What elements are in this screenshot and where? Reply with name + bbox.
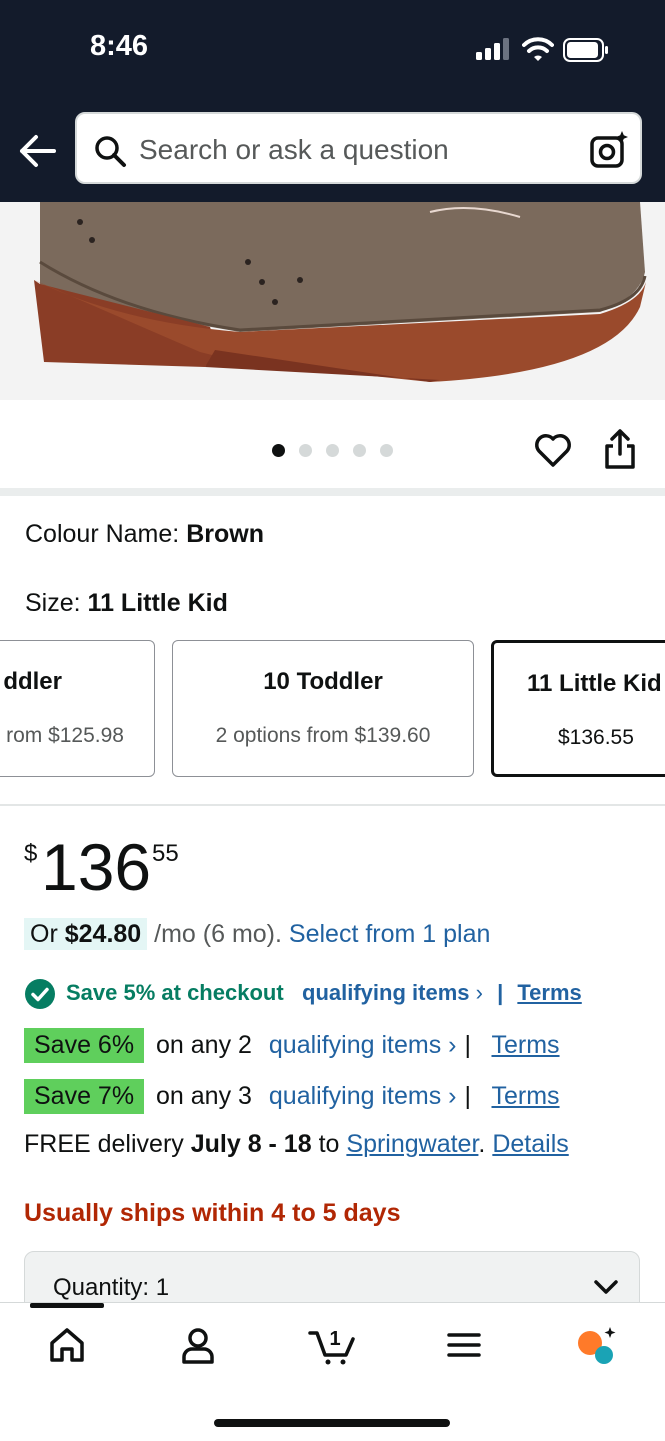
delivery-row: FREE delivery July 8 - 18 to Springwater… bbox=[24, 1130, 569, 1159]
chevron-right-icon: › bbox=[475, 979, 483, 1005]
home-icon[interactable] bbox=[47, 1325, 87, 1365]
size-tile-name: 10 Toddler bbox=[263, 668, 383, 695]
colour-name-row: Colour Name: Brown bbox=[25, 520, 264, 549]
price-fraction: 55 bbox=[152, 840, 179, 867]
checkout-savings-row: Save 5% at checkout qualifying items › |… bbox=[24, 978, 582, 1010]
active-tab-indicator bbox=[30, 1303, 104, 1308]
size-tile-price: $136.55 bbox=[558, 726, 634, 749]
installment-amount: $24.80 bbox=[64, 920, 142, 948]
carousel-dot-4[interactable] bbox=[353, 444, 366, 457]
carousel-dot-5[interactable] bbox=[380, 444, 393, 457]
back-arrow-icon[interactable] bbox=[18, 134, 56, 168]
check-circle-icon bbox=[25, 979, 55, 1009]
delivery-details-link[interactable]: Details bbox=[492, 1130, 568, 1158]
delivery-to: to bbox=[318, 1130, 340, 1158]
installment-term: /mo (6 mo). bbox=[154, 920, 282, 948]
carousel-dot-3[interactable] bbox=[326, 444, 339, 457]
terms-link[interactable]: Terms bbox=[517, 980, 581, 1005]
separator: | bbox=[497, 979, 504, 1005]
image-carousel-dots[interactable] bbox=[272, 444, 407, 462]
size-tile[interactable]: 10 Toddler 2 options from $139.60 bbox=[172, 640, 474, 777]
cart-icon[interactable]: 1 bbox=[308, 1325, 356, 1365]
cart-count: 1 bbox=[329, 1328, 340, 1350]
terms-link[interactable]: Terms bbox=[491, 1082, 559, 1110]
separator: | bbox=[464, 1031, 471, 1059]
delivery-dates: July 8 - 18 bbox=[190, 1130, 312, 1158]
colour-label: Colour Name: bbox=[25, 520, 180, 548]
rufus-assistant-icon[interactable] bbox=[576, 1325, 616, 1365]
app-header: 8:46 Search or ask a question bbox=[0, 0, 665, 202]
price-whole: 136 bbox=[41, 830, 152, 904]
delivery-prefix: FREE delivery bbox=[24, 1130, 184, 1158]
bottom-nav: 1 bbox=[0, 1302, 665, 1441]
chevron-right-icon: › bbox=[448, 1082, 457, 1110]
checkout-savings-text: Save 5% at checkout bbox=[66, 979, 284, 1005]
product-image[interactable] bbox=[0, 202, 665, 400]
qualifying-items-link[interactable]: qualifying items bbox=[302, 980, 469, 1005]
terms-link[interactable]: Terms bbox=[491, 1031, 559, 1059]
account-icon[interactable] bbox=[178, 1325, 218, 1365]
carousel-dot-2[interactable] bbox=[299, 444, 312, 457]
home-indicator bbox=[214, 1419, 450, 1427]
save-badge: Save 6% bbox=[24, 1028, 145, 1063]
qualifying-items-link[interactable]: qualifying items bbox=[269, 1031, 441, 1059]
size-tile-name: 11 Little Kid bbox=[527, 670, 662, 697]
delivery-location-link[interactable]: Springwater bbox=[346, 1130, 478, 1158]
shipping-note: Usually ships within 4 to 5 days bbox=[24, 1199, 401, 1227]
price-currency: $ bbox=[24, 840, 38, 867]
search-placeholder: Search or ask a question bbox=[139, 134, 449, 165]
promo-row: Save 6% on any 2 qualifying items › | Ter… bbox=[24, 1028, 560, 1063]
price-display: $ 136 55 bbox=[24, 832, 224, 904]
search-bar[interactable]: Search or ask a question bbox=[75, 112, 642, 184]
section-divider bbox=[0, 488, 665, 496]
share-icon[interactable] bbox=[603, 428, 637, 470]
size-value: 11 Little Kid bbox=[87, 589, 228, 617]
delivery-dot: . bbox=[478, 1130, 486, 1158]
search-icon bbox=[95, 136, 126, 167]
cellular-signal-icon bbox=[476, 38, 509, 60]
size-tile-name: ddler bbox=[3, 668, 62, 695]
select-plan-link[interactable]: Select from 1 plan bbox=[289, 920, 491, 948]
size-tile-price: rom $125.98 bbox=[6, 724, 124, 747]
size-row: Size: 11 Little Kid bbox=[25, 589, 228, 618]
size-tile[interactable]: ddler rom $125.98 bbox=[0, 640, 155, 777]
chevron-right-icon: › bbox=[448, 1031, 457, 1059]
installment-row: Or $24.80 /mo (6 mo). Select from 1 plan bbox=[24, 918, 491, 950]
separator: | bbox=[464, 1082, 471, 1110]
size-tile-price: 2 options from $139.60 bbox=[215, 724, 431, 747]
status-time: 8:46 bbox=[90, 30, 149, 62]
size-tile-selected[interactable]: 11 Little Kid $136.55 bbox=[491, 640, 665, 777]
size-label: Size: bbox=[25, 589, 81, 617]
quantity-label: Quantity: 1 bbox=[53, 1274, 170, 1301]
size-tiles-scroller[interactable]: ddler rom $125.98 10 Toddler 2 options f… bbox=[0, 640, 665, 780]
installment-highlight: Or $24.80 bbox=[24, 918, 148, 950]
colour-value: Brown bbox=[186, 520, 264, 548]
promo-text: on any 3 bbox=[156, 1082, 252, 1110]
menu-icon[interactable] bbox=[444, 1325, 484, 1365]
carousel-dot-1[interactable] bbox=[272, 444, 285, 457]
section-divider bbox=[0, 804, 665, 806]
save-badge: Save 7% bbox=[24, 1079, 145, 1114]
wifi-icon bbox=[522, 37, 554, 61]
promo-text: on any 2 bbox=[156, 1031, 252, 1059]
qualifying-items-link[interactable]: qualifying items bbox=[269, 1082, 441, 1110]
camera-lens-icon[interactable] bbox=[589, 130, 629, 170]
heart-icon[interactable] bbox=[534, 432, 572, 468]
installment-prefix: Or bbox=[30, 920, 58, 948]
chevron-down-icon bbox=[594, 1280, 618, 1294]
battery-icon bbox=[563, 38, 608, 62]
boot-illustration bbox=[0, 202, 665, 400]
promo-row: Save 7% on any 3 qualifying items › | Ter… bbox=[24, 1079, 560, 1114]
